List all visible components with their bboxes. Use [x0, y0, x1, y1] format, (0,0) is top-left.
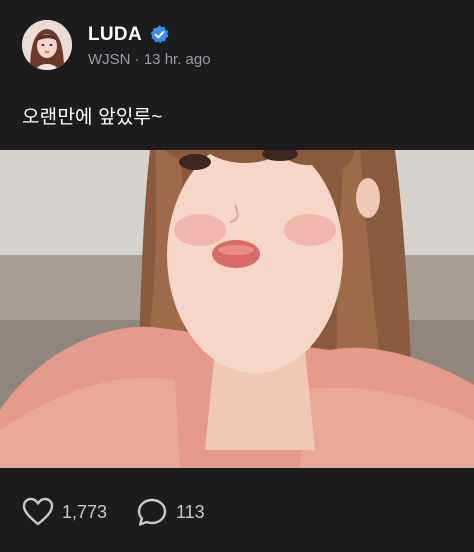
like-count: 1,773: [62, 501, 108, 522]
post-meta: WJSN · 13 hr. ago: [88, 51, 211, 68]
verified-badge-icon: [150, 25, 169, 44]
comment-button[interactable]: 113: [136, 497, 205, 527]
like-button[interactable]: 1,773: [22, 497, 107, 527]
post-text: 오랜만에 앞있루~: [22, 107, 163, 128]
avatar[interactable]: [22, 20, 72, 70]
selfie-photo: [0, 150, 474, 468]
comment-count: 113: [176, 501, 205, 522]
post-timestamp: 13 hr. ago: [143, 51, 211, 68]
avatar-image: [22, 20, 72, 70]
meta-separator: ·: [134, 51, 140, 68]
post-actions: 1,773 113: [0, 480, 474, 552]
post-photo[interactable]: [0, 150, 474, 468]
author-name[interactable]: LUDA: [88, 24, 142, 46]
group-name[interactable]: WJSN: [88, 51, 131, 68]
post-header: LUDA WJSN · 13 hr. ago: [0, 0, 474, 90]
heart-icon: [22, 497, 54, 526]
comment-bubble-icon: [137, 498, 167, 526]
